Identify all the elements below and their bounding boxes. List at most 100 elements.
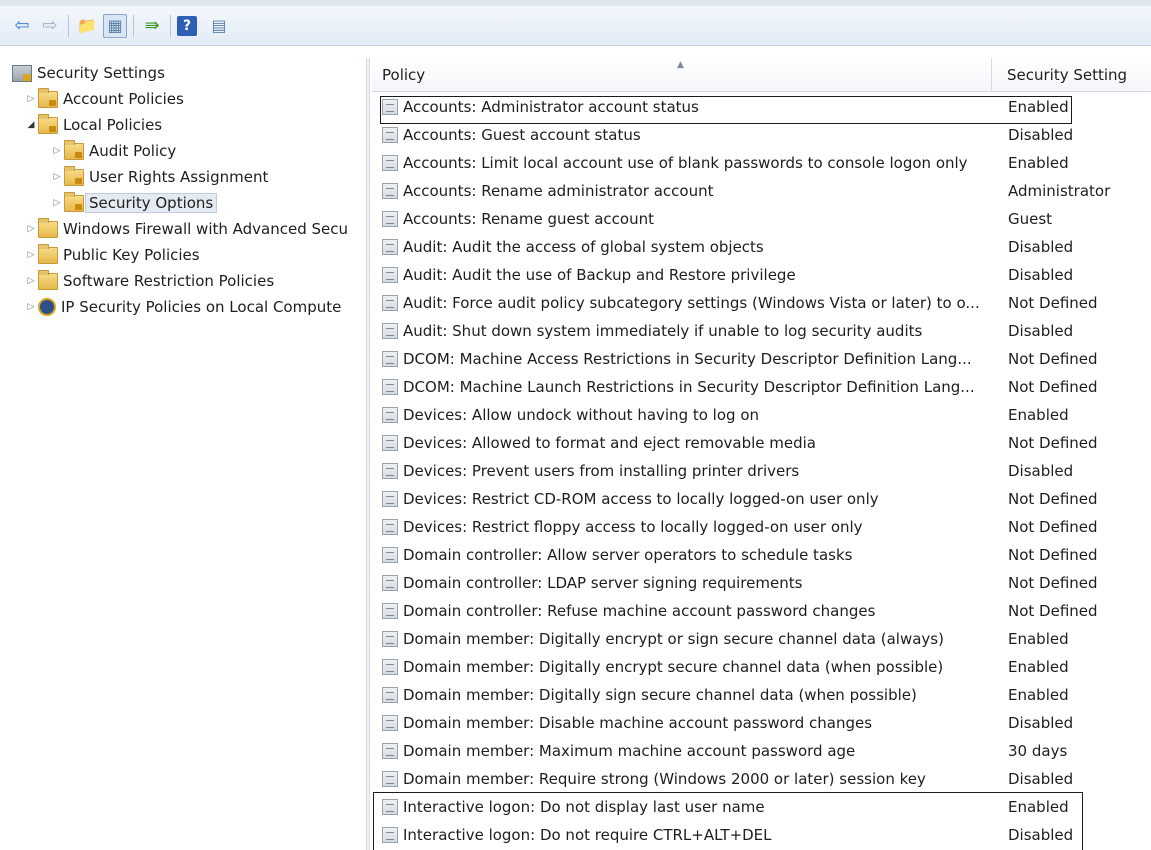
table-row[interactable]: Accounts: Administrator account status En… (372, 93, 1151, 121)
policy-item-icon (382, 463, 398, 479)
tree-item-label: Security Options (85, 193, 218, 213)
tree-item-windows-firewall[interactable]: ▷ Windows Firewall with Advanced Secu (24, 216, 348, 242)
table-row[interactable]: Domain member: Digitally encrypt secure … (372, 653, 1151, 681)
policy-cell: Audit: Audit the access of global system… (372, 238, 994, 256)
tree-item-software-restriction-policies[interactable]: ▷ Software Restriction Policies (24, 268, 274, 294)
security-setting-value: Disabled (1008, 462, 1074, 480)
tree-item-user-rights-assignment[interactable]: ▷ User Rights Assignment (50, 164, 268, 190)
security-setting-value: Not Defined (1008, 574, 1098, 592)
tree-item-local-policies[interactable]: ◢ Local Policies (24, 112, 162, 138)
policy-name: Domain controller: Allow server operator… (403, 546, 853, 564)
table-row[interactable]: Devices: Restrict CD-ROM access to local… (372, 485, 1151, 513)
table-row[interactable]: DCOM: Machine Launch Restrictions in Sec… (372, 373, 1151, 401)
table-row[interactable]: Audit: Audit the access of global system… (372, 233, 1151, 261)
policy-cell: Accounts: Administrator account status (372, 98, 994, 116)
up-folder-icon[interactable]: 📁 (75, 14, 99, 38)
security-setting-value: Enabled (1008, 406, 1069, 424)
policy-name: Domain member: Disable machine account p… (403, 714, 873, 732)
collapse-arrow-icon[interactable]: ◢ (24, 120, 38, 130)
policy-item-icon (382, 715, 398, 731)
back-arrow-icon[interactable]: ⇦ (10, 14, 34, 38)
forward-arrow-icon[interactable]: ⇨ (38, 14, 62, 38)
table-row[interactable]: Domain member: Digitally sign secure cha… (372, 681, 1151, 709)
table-row[interactable]: DCOM: Machine Access Restrictions in Sec… (372, 345, 1151, 373)
security-setting-value: Disabled (1008, 266, 1074, 284)
policy-item-icon (382, 295, 398, 311)
policy-name: Accounts: Limit local account use of bla… (403, 154, 968, 172)
security-setting-value: Not Defined (1008, 434, 1098, 452)
table-row[interactable]: Audit: Audit the use of Backup and Resto… (372, 261, 1151, 289)
table-row[interactable]: Interactive logon: Do not display last u… (372, 793, 1151, 821)
export-list-icon[interactable]: ⇛ (140, 14, 164, 38)
show-hide-tree-icon[interactable]: ▦ (103, 13, 127, 38)
table-row[interactable]: Accounts: Rename guest account Guest (372, 205, 1151, 233)
policy-cell: Devices: Allow undock without having to … (372, 406, 994, 424)
tree-item-ip-security-policies[interactable]: ▷ IP Security Policies on Local Compute (24, 294, 341, 320)
policy-name: Interactive logon: Do not display last u… (403, 798, 765, 816)
table-row[interactable]: Devices: Allowed to format and eject rem… (372, 429, 1151, 457)
expand-arrow-icon[interactable]: ▷ (24, 302, 38, 312)
tree-item-security-options[interactable]: ▷ Security Options (50, 190, 218, 216)
toolbar-separator (170, 14, 171, 37)
table-row[interactable]: Domain member: Require strong (Windows 2… (372, 765, 1151, 793)
expand-arrow-icon[interactable]: ▷ (24, 224, 38, 234)
policy-name: Domain member: Digitally encrypt or sign… (403, 630, 944, 648)
table-row[interactable]: Domain member: Disable machine account p… (372, 709, 1151, 737)
policy-name: Domain controller: LDAP server signing r… (403, 574, 803, 592)
policy-name: Audit: Force audit policy subcategory se… (403, 294, 980, 312)
policy-item-icon (382, 743, 398, 759)
policy-name: Devices: Restrict floppy access to local… (403, 518, 863, 536)
table-row[interactable]: Devices: Prevent users from installing p… (372, 457, 1151, 485)
expand-arrow-icon[interactable]: ▷ (24, 250, 38, 260)
table-row[interactable]: Interactive logon: Do not require CTRL+A… (372, 821, 1151, 849)
table-row[interactable]: Audit: Shut down system immediately if u… (372, 317, 1151, 345)
security-setting-value: Enabled (1008, 154, 1069, 172)
security-setting-value: Not Defined (1008, 518, 1098, 536)
column-header-policy[interactable]: Policy ▲ (372, 58, 992, 92)
policy-item-icon (382, 687, 398, 703)
pane-splitter[interactable] (366, 58, 370, 850)
column-header-security-setting[interactable]: Security Setting (993, 58, 1151, 92)
policy-name: Audit: Audit the access of global system… (403, 238, 764, 256)
table-row[interactable]: Devices: Allow undock without having to … (372, 401, 1151, 429)
expand-arrow-icon[interactable]: ▷ (24, 94, 38, 104)
tree-item-account-policies[interactable]: ▷ Account Policies (24, 86, 184, 112)
tree-item-security-settings[interactable]: Security Settings (12, 60, 165, 86)
table-row[interactable]: Domain member: Digitally encrypt or sign… (372, 625, 1151, 653)
console-tree: Security Settings ▷ Account Policies ◢ L… (0, 58, 362, 850)
security-setting-value: Not Defined (1008, 294, 1098, 312)
properties-icon[interactable]: ▤ (207, 14, 231, 38)
policy-item-icon (382, 519, 398, 535)
security-setting-value: Disabled (1008, 770, 1074, 788)
tree-item-public-key-policies[interactable]: ▷ Public Key Policies (24, 242, 200, 268)
policy-item-icon (382, 379, 398, 395)
list-header: Policy ▲ Security Setting (372, 58, 1151, 92)
policy-item-icon (382, 127, 398, 143)
tree-item-label: Software Restriction Policies (63, 272, 275, 290)
tree-item-audit-policy[interactable]: ▷ Audit Policy (50, 138, 176, 164)
table-row[interactable]: Devices: Restrict floppy access to local… (372, 513, 1151, 541)
table-row[interactable]: Domain controller: Refuse machine accoun… (372, 597, 1151, 625)
table-row[interactable]: Audit: Force audit policy subcategory se… (372, 289, 1151, 317)
expand-arrow-icon[interactable]: ▷ (50, 198, 64, 208)
expand-arrow-icon[interactable]: ▷ (50, 172, 64, 182)
help-icon[interactable]: ? (177, 15, 197, 36)
table-row[interactable]: Accounts: Guest account status Disabled (372, 121, 1151, 149)
policy-name: Audit: Audit the use of Backup and Resto… (403, 266, 796, 284)
tree-item-label: Account Policies (63, 90, 184, 108)
table-row[interactable]: Domain controller: LDAP server signing r… (372, 569, 1151, 597)
policy-name: Accounts: Administrator account status (403, 98, 699, 116)
table-row[interactable]: Accounts: Limit local account use of bla… (372, 149, 1151, 177)
policy-name: Domain member: Require strong (Windows 2… (403, 770, 926, 788)
tree-item-label: Audit Policy (89, 142, 177, 160)
table-row[interactable]: Accounts: Rename administrator account Ad… (372, 177, 1151, 205)
policy-cell: Audit: Audit the use of Backup and Resto… (372, 266, 994, 284)
expand-arrow-icon[interactable]: ▷ (24, 276, 38, 286)
policy-cell: Domain controller: LDAP server signing r… (372, 574, 994, 592)
table-row[interactable]: Domain controller: Allow server operator… (372, 541, 1151, 569)
security-setting-value: Enabled (1008, 630, 1069, 648)
table-row[interactable]: Domain member: Maximum machine account p… (372, 737, 1151, 765)
policy-name: Accounts: Rename guest account (403, 210, 654, 228)
folder-icon (38, 269, 58, 290)
expand-arrow-icon[interactable]: ▷ (50, 146, 64, 156)
